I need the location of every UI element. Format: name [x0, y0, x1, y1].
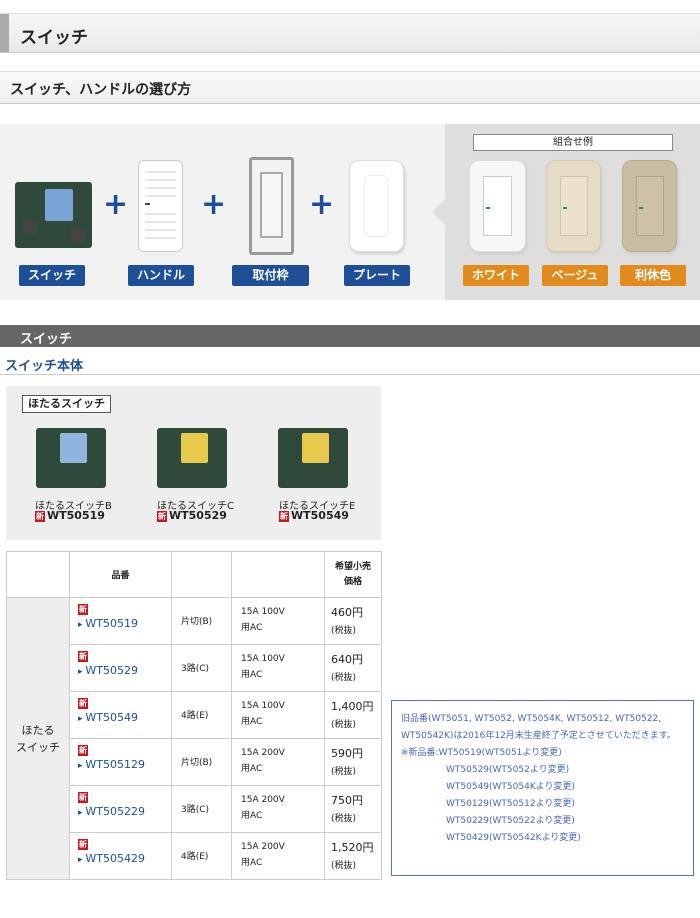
header-empty: [6, 551, 70, 598]
new-badge: 新: [78, 839, 88, 850]
page-header: スイッチ: [0, 13, 700, 53]
subtitle-divider: [0, 374, 700, 375]
type-cell: 片切(B): [171, 597, 232, 645]
plus-sign-1: +: [103, 187, 129, 222]
type-cell: 3路(C): [171, 644, 232, 692]
label-white: ホワイト: [463, 265, 529, 286]
page-title: スイッチ: [20, 28, 88, 48]
label-handle: ハンドル: [128, 265, 194, 286]
price-cell: 1,400円 (税抜): [324, 691, 382, 739]
header-code: 品番: [69, 551, 172, 598]
product-link-wt505429[interactable]: WT505429: [78, 852, 171, 865]
new-badge: 新: [78, 651, 88, 662]
product-link-wt505129[interactable]: WT505129: [78, 758, 171, 771]
product-group-title: ほたるスイッチ: [22, 395, 111, 413]
howto-header: スイッチ、ハンドルの選び方: [0, 71, 700, 104]
group-cell: ほたる スイッチ: [6, 597, 70, 880]
spec-cell: 15A 200V 用AC: [231, 785, 325, 833]
combo-white-image: [469, 160, 526, 252]
price-cell: 750円 (税抜): [324, 785, 382, 833]
product-link-wt50549[interactable]: WT50549: [78, 711, 171, 724]
code-cell: 新 WT50529: [69, 644, 172, 692]
product-link-wt50519[interactable]: WT50519: [78, 617, 171, 630]
price-cell: 1,520円 (税抜): [324, 832, 382, 880]
label-switch: スイッチ: [19, 265, 85, 286]
switch-image: [15, 182, 92, 248]
type-cell: 片切(B): [171, 738, 232, 786]
new-badge: 新: [78, 745, 88, 756]
plate-image: [349, 160, 404, 252]
switch-section-header: スイッチ: [0, 325, 700, 347]
code-cell: 新 WT505129: [69, 738, 172, 786]
note-item: WT50429(WT50542Kより変更): [446, 833, 581, 843]
combo-title: 組合せ例: [473, 134, 673, 151]
code-cell: 新 WT50519: [69, 597, 172, 645]
new-badge: 新: [35, 511, 45, 522]
label-rikyu: 利休色: [620, 265, 686, 286]
header-price: 希望小売 価格: [324, 551, 382, 598]
new-badge: 新: [157, 511, 167, 522]
header-spec: [231, 551, 325, 598]
code-cell: 新 WT50549: [69, 691, 172, 739]
note-line-2: WT50542K)は2016年12月末生産終了予定とさせていただきます。: [401, 731, 676, 741]
note-line-3: ※新品番:WT50519(WT5051より変更): [401, 748, 562, 758]
note-item: WT50129(WT50512より変更): [446, 799, 575, 809]
table-header-row: 品番 希望小売 価格: [6, 551, 382, 598]
product-link-wt505229[interactable]: WT505229: [78, 805, 171, 818]
price-cell: 640円 (税抜): [324, 644, 382, 692]
new-badge: 新: [78, 604, 88, 615]
combo-rikyu-image: [622, 160, 677, 252]
product-table: 品番 希望小売価格 ほたるスイッチ 新 WT50519 片切(B) 15A 100…: [6, 551, 382, 880]
header-type: [171, 551, 232, 598]
new-badge: 新: [78, 792, 88, 803]
label-frame: 取付枠: [232, 265, 309, 286]
spec-cell: 15A 100V 用AC: [231, 691, 325, 739]
combo-pointer: [432, 198, 446, 226]
combo-beige-image: [546, 160, 601, 252]
note-item: WT50549(WT5054Kより変更): [446, 782, 576, 792]
spec-cell: 15A 100V 用AC: [231, 644, 325, 692]
product-link-wt50529[interactable]: WT50529: [78, 664, 171, 677]
note-line-1: 旧品番(WT5051, WT5052, WT5054K, WT50512, WT…: [401, 714, 662, 724]
code-cell: 新 WT505429: [69, 832, 172, 880]
label-plate: プレート: [344, 265, 410, 286]
product-code-c: 新 WT50529: [157, 509, 227, 522]
product-code-b: 新 WT50519: [35, 509, 105, 522]
howto-title: スイッチ、ハンドルの選び方: [10, 82, 192, 98]
table-row: ほたるスイッチ 新 WT50519 片切(B) 15A 100V用AC 460円(…: [6, 597, 382, 880]
price-cell: 590円 (税抜): [324, 738, 382, 786]
switch-body-subtitle: スイッチ本体: [5, 359, 84, 374]
label-beige: ベージュ: [542, 265, 608, 286]
plus-sign-3: +: [309, 187, 335, 222]
header-accent-bar: [0, 14, 9, 52]
product-code-e: 新 WT50549: [279, 509, 349, 522]
frame-image: [249, 157, 294, 255]
product-image-c: [157, 428, 227, 488]
spec-cell: 15A 200V 用AC: [231, 738, 325, 786]
price-cell: 460円 (税抜): [324, 597, 382, 645]
note-item: WT50229(WT50522より変更): [446, 816, 575, 826]
spec-cell: 15A 200V 用AC: [231, 832, 325, 880]
spec-cell: 15A 100V 用AC: [231, 597, 325, 645]
discontinuation-note: 旧品番(WT5051, WT5052, WT5054K, WT50512, WT…: [391, 700, 694, 876]
note-item: WT50529(WT5052より変更): [446, 765, 570, 775]
product-image-e: [278, 428, 348, 488]
type-cell: 4路(E): [171, 832, 232, 880]
handle-image: [138, 160, 183, 252]
type-cell: 4路(E): [171, 691, 232, 739]
code-cell: 新 WT505229: [69, 785, 172, 833]
new-badge: 新: [279, 511, 289, 522]
type-cell: 3路(C): [171, 785, 232, 833]
switch-section-title: スイッチ: [20, 332, 73, 347]
new-badge: 新: [78, 698, 88, 709]
plus-sign-2: +: [201, 187, 227, 222]
product-image-b: [36, 428, 106, 488]
